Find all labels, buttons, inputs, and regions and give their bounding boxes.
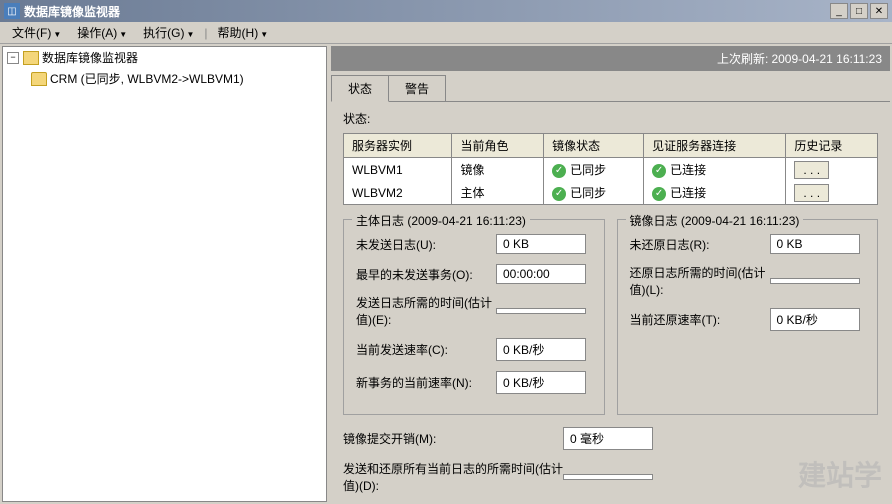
commit-overhead-label: 镜像提交开销(M): bbox=[343, 430, 563, 447]
restorerate-value: 0 KB/秒 bbox=[770, 308, 860, 331]
tree-root-label[interactable]: 数据库镜像监视器 bbox=[42, 49, 138, 66]
folder-icon bbox=[23, 51, 39, 65]
check-icon: ✓ bbox=[652, 164, 666, 178]
principal-log-title: 主体日志 (2009-04-21 16:11:23) bbox=[352, 212, 530, 229]
tree-root[interactable]: − 数据库镜像监视器 bbox=[3, 47, 326, 68]
mirror-log-group: 镜像日志 (2009-04-21 16:11:23) 未还原日志(R): 0 K… bbox=[617, 219, 879, 415]
tab-status[interactable]: 状态 bbox=[331, 75, 389, 102]
tree-child-label[interactable]: CRM (已同步, WLBVM2->WLBVM1) bbox=[50, 70, 244, 87]
unsent-log-label: 未发送日志(U): bbox=[356, 236, 496, 253]
status-table: 服务器实例 当前角色 镜像状态 见证服务器连接 历史记录 WLBVM1 镜像 ✓… bbox=[343, 133, 878, 205]
last-refresh-label: 上次刷新: bbox=[717, 52, 768, 66]
sendtime-value bbox=[496, 308, 586, 314]
sendrate-label: 当前发送速率(C): bbox=[356, 341, 496, 358]
sendrestore-time-label: 发送和还原所有当前日志的所需时间(估计值)(D): bbox=[343, 460, 563, 494]
tree-collapse-icon[interactable]: − bbox=[7, 52, 19, 64]
menu-file[interactable]: 文件(F)▼ bbox=[4, 22, 69, 43]
col-state: 镜像状态 bbox=[544, 134, 644, 158]
menubar: 文件(F)▼ 操作(A)▼ 执行(G)▼ | 帮助(H)▼ bbox=[0, 22, 892, 44]
close-button[interactable]: ✕ bbox=[870, 3, 888, 19]
oldest-tx-value: 00:00:00 bbox=[496, 264, 586, 284]
minimize-button[interactable]: _ bbox=[830, 3, 848, 19]
oldest-tx-label: 最早的未发送事务(O): bbox=[356, 266, 496, 283]
content-panel: 上次刷新: 2009-04-21 16:11:23 状态 警告 状态: 服务器实… bbox=[331, 46, 890, 502]
cell-witness: ✓已连接 bbox=[644, 158, 786, 182]
menu-execute[interactable]: 执行(G)▼ bbox=[135, 22, 202, 43]
col-history: 历史记录 bbox=[786, 134, 878, 158]
history-button[interactable]: . . . bbox=[794, 184, 829, 202]
check-icon: ✓ bbox=[552, 187, 566, 201]
sendrestore-time-value bbox=[563, 474, 653, 480]
restoretime-value bbox=[770, 278, 860, 284]
check-icon: ✓ bbox=[652, 187, 666, 201]
cell-server: WLBVM2 bbox=[344, 181, 452, 205]
unsent-log-value: 0 KB bbox=[496, 234, 586, 254]
mirror-log-title: 镜像日志 (2009-04-21 16:11:23) bbox=[626, 212, 804, 229]
table-row: WLBVM2 主体 ✓已同步 ✓已连接 . . . bbox=[344, 181, 878, 205]
restorerate-label: 当前还原速率(T): bbox=[630, 311, 770, 328]
menu-help[interactable]: 帮助(H)▼ bbox=[210, 22, 277, 43]
col-role: 当前角色 bbox=[452, 134, 544, 158]
cell-role: 主体 bbox=[452, 181, 544, 205]
newrate-label: 新事务的当前速率(N): bbox=[356, 374, 496, 391]
window-controls: _ □ ✕ bbox=[830, 3, 888, 19]
maximize-button[interactable]: □ bbox=[850, 3, 868, 19]
principal-log-group: 主体日志 (2009-04-21 16:11:23) 未发送日志(U): 0 K… bbox=[343, 219, 605, 415]
col-witness: 见证服务器连接 bbox=[644, 134, 786, 158]
menu-action[interactable]: 操作(A)▼ bbox=[69, 22, 135, 43]
window-title: 数据库镜像监视器 bbox=[24, 3, 830, 20]
newrate-value: 0 KB/秒 bbox=[496, 371, 586, 394]
tab-warnings[interactable]: 警告 bbox=[388, 75, 446, 101]
sendrate-value: 0 KB/秒 bbox=[496, 338, 586, 361]
cell-server: WLBVM1 bbox=[344, 158, 452, 182]
tab-content: 状态: 服务器实例 当前角色 镜像状态 见证服务器连接 历史记录 WLBVM1 … bbox=[331, 102, 890, 502]
cell-history: . . . bbox=[786, 158, 878, 182]
check-icon: ✓ bbox=[552, 164, 566, 178]
history-button[interactable]: . . . bbox=[794, 161, 829, 179]
titlebar: ◫ 数据库镜像监视器 _ □ ✕ bbox=[0, 0, 892, 22]
table-row: WLBVM1 镜像 ✓已同步 ✓已连接 . . . bbox=[344, 158, 878, 182]
unrestored-value: 0 KB bbox=[770, 234, 860, 254]
unrestored-label: 未还原日志(R): bbox=[630, 236, 770, 253]
last-refresh-bar: 上次刷新: 2009-04-21 16:11:23 bbox=[331, 46, 890, 71]
cell-witness: ✓已连接 bbox=[644, 181, 786, 205]
commit-overhead-value: 0 毫秒 bbox=[563, 427, 653, 450]
last-refresh-time: 2009-04-21 16:11:23 bbox=[771, 52, 882, 66]
restoretime-label: 还原日志所需的时间(估计值)(L): bbox=[630, 264, 770, 298]
app-icon: ◫ bbox=[4, 3, 20, 19]
cell-role: 镜像 bbox=[452, 158, 544, 182]
cell-state: ✓已同步 bbox=[544, 158, 644, 182]
cell-history: . . . bbox=[786, 181, 878, 205]
tab-strip: 状态 警告 bbox=[331, 75, 890, 102]
col-server: 服务器实例 bbox=[344, 134, 452, 158]
tree-item-crm[interactable]: CRM (已同步, WLBVM2->WLBVM1) bbox=[27, 68, 326, 89]
tree-panel: − 数据库镜像监视器 CRM (已同步, WLBVM2->WLBVM1) bbox=[2, 46, 327, 502]
menu-separator: | bbox=[204, 26, 207, 40]
cell-state: ✓已同步 bbox=[544, 181, 644, 205]
status-label: 状态: bbox=[343, 110, 878, 127]
sendtime-label: 发送日志所需的时间(估计值)(E): bbox=[356, 294, 496, 328]
bottom-fields: 镜像提交开销(M): 0 毫秒 发送和还原所有当前日志的所需时间(估计值)(D)… bbox=[343, 427, 878, 502]
database-icon bbox=[31, 72, 47, 86]
